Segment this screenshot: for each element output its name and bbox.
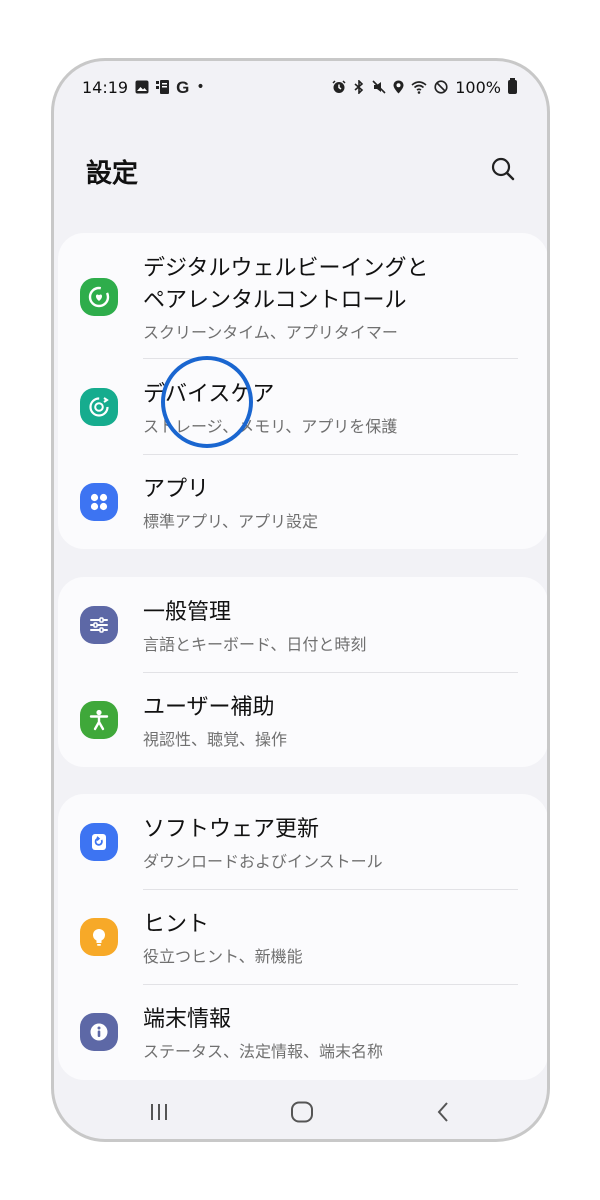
list-item-subtitle: ステータス、法定情報、端末名称 [143,1042,384,1061]
battery-icon [508,78,517,94]
header: 設定 [54,145,547,195]
about-phone-icon [80,1012,118,1051]
digital-wellbeing-icon [80,278,118,316]
bluetooth-icon [353,80,365,94]
list-item-apps[interactable]: アプリ 標準アプリ、アプリ設定 [58,454,547,549]
dnd-icon [434,80,448,94]
list-item-device-care[interactable]: デバイスケア ストレージ、メモリ、アプリを保護 [58,359,547,454]
back-button[interactable] [426,1098,462,1126]
list-item-digital-wellbeing[interactable]: デジタルウェルビーイングと ペアレンタルコントロール スクリーンタイム、アプリタ… [58,233,547,359]
software-update-icon [80,822,118,861]
list-item-tips[interactable]: ヒント 役立つヒント、新機能 [58,889,547,984]
list-item-subtitle: スクリーンタイム、アプリタイマー [143,323,398,342]
list-item-subtitle: ダウンロードおよびインストール [143,852,383,871]
status-bar: 14:19 G • 100% [54,71,547,103]
settings-group-3: ソフトウェア更新 ダウンロードおよびインストール ヒント 役立つヒント、新機能 … [58,794,547,1080]
home-button[interactable] [284,1098,320,1126]
recent-apps-icon [151,1104,167,1120]
battery-percent: 100% [455,77,501,97]
list-item-general-management[interactable]: 一般管理 言語とキーボード、日付と時刻 [58,577,547,672]
list-item-subtitle: 言語とキーボード、日付と時刻 [143,635,367,654]
alarm-icon [332,80,346,94]
list-item-title: 端末情報 [143,1007,232,1032]
clock: 14:19 [82,77,129,97]
sim-icon [156,80,170,94]
list-item-subtitle: 視認性、聴覚、操作 [143,730,288,749]
list-item-title: アプリ [143,477,210,502]
list-item-title: デジタルウェルビーイングと [143,256,429,281]
location-icon [393,80,404,94]
home-icon [291,1101,313,1123]
accessibility-icon [80,700,118,739]
wifi-icon [411,80,427,94]
search-button[interactable] [487,153,519,185]
recent-apps-button[interactable] [141,1098,177,1126]
apps-icon [80,482,118,521]
tap-indicator [161,356,253,448]
list-item-title-line2: ペアレンタルコントロール [143,288,407,313]
list-item-title: ソフトウェア更新 [143,817,320,842]
list-item-title: 一般管理 [143,600,232,625]
settings-group-1: デジタルウェルビーイングと ペアレンタルコントロール スクリーンタイム、アプリタ… [58,233,547,549]
list-item-subtitle: 役立つヒント、新機能 [143,947,303,966]
status-bar-left: 14:19 G • [82,78,205,97]
list-item-software-update[interactable]: ソフトウェア更新 ダウンロードおよびインストール [58,794,547,889]
settings-group-2: 一般管理 言語とキーボード、日付と時刻 ユーザー補助 視認性、聴覚、操作 [58,577,547,767]
general-management-icon [80,605,118,644]
google-icon: G [176,77,190,97]
tips-icon [80,917,118,956]
list-item-title: ユーザー補助 [143,695,275,720]
list-item-title: ヒント [143,912,210,937]
mute-icon [372,80,386,94]
status-bar-right: 100% [332,78,517,97]
list-item-subtitle: 標準アプリ、アプリ設定 [143,512,319,531]
device-care-icon [80,387,118,426]
list-item-about-phone[interactable]: 端末情報 ステータス、法定情報、端末名称 [58,984,547,1079]
list-item-accessibility[interactable]: ユーザー補助 視認性、聴覚、操作 [58,672,547,767]
dot-icon: • [196,79,205,95]
phone-screen: 14:19 G • 100% 設定 デジタルウェルビーイングと ペアレンタルコン… [51,58,550,1142]
back-icon [437,1102,448,1122]
navigation-bar [54,1086,547,1136]
page-title: 設定 [86,159,139,189]
image-icon [135,80,149,94]
search-icon [491,157,515,181]
